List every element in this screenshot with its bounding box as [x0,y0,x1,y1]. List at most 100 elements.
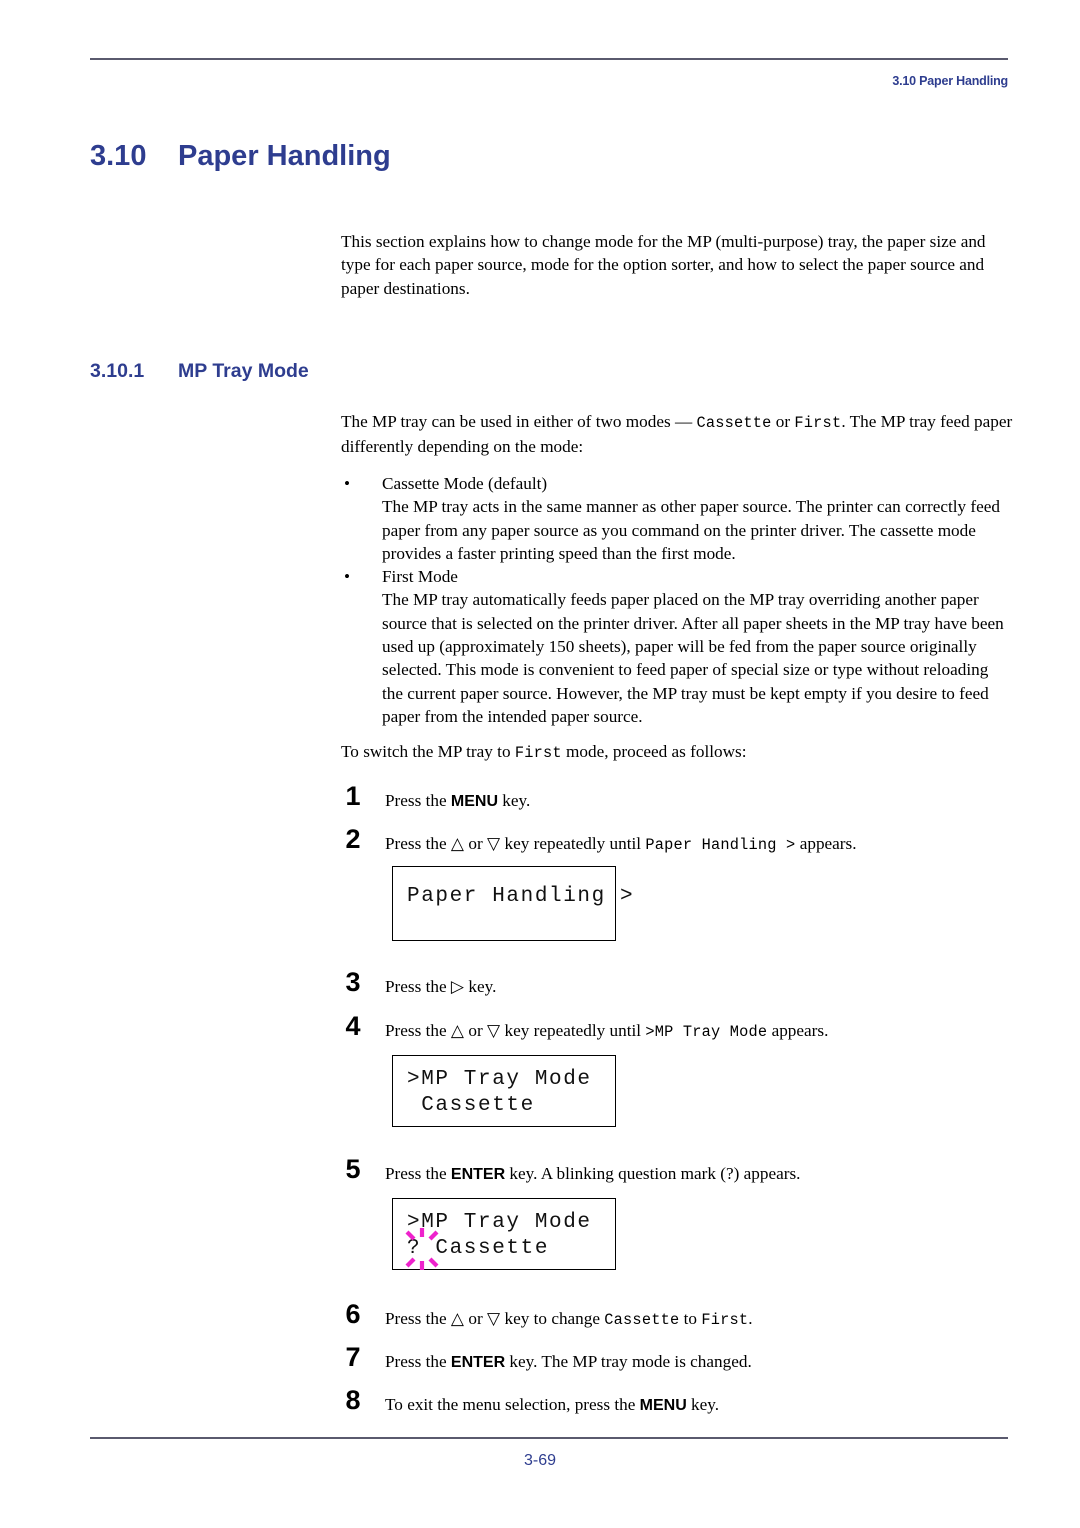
lcd-line-2: Cassette [407,1094,535,1117]
intro-paragraph: This section explains how to change mode… [341,232,986,298]
mp-tray-lead-paragraph: The MP tray can be used in either of two… [341,410,1013,459]
step-5: 5 Press the ENTER key. A blinking questi… [330,1154,1020,1193]
step-number: 2 [345,824,361,854]
step-text: Press the ENTER key. The MP tray mode is… [385,1351,752,1374]
step-text-pre: Press the [385,791,451,810]
step-8: 8 To exit the menu selection, press the … [330,1385,1020,1424]
step-text-pre: Press the [385,834,451,853]
list-item: • Cassette Mode (default) [341,472,1013,495]
step-text-pre: Press the [385,977,451,996]
lead-or: or [771,412,795,431]
bullet-label-cassette: Cassette Mode (default) [382,474,548,493]
lcd-line-2: ? Cassette [407,1237,550,1260]
step-text-pre: Press the [385,1309,451,1328]
footer-rule [90,1437,1008,1439]
step-3: 3 Press the ▷ key. [330,967,1020,1006]
step-text: Press the △ or ▽ key repeatedly until Pa… [385,833,857,856]
step-number: 6 [345,1299,361,1329]
step-text: Press the ENTER key. A blinking question… [385,1163,800,1186]
subsection-title: 3.10.1 MP Tray Mode [90,360,309,383]
step-text-post-a: key repeatedly until [500,834,646,853]
lcd-ref-mp-tray-mode: >MP Tray Mode [645,1023,768,1041]
lcd-panel-paper-handling: Paper Handling > [392,866,635,941]
step-text-pre: Press the [385,1021,451,1040]
step-1: 1 Press the MENU key. [330,781,1020,820]
step-text-pre: Press the [385,1352,451,1371]
key-right-icon: ▷ [450,977,465,996]
page-title: 3.10 Paper Handling [90,140,391,173]
step-text: Press the △ or ▽ key repeatedly until >M… [385,1020,828,1043]
key-up-icon: △ [450,1021,465,1040]
mode-ref-first: First [701,1311,749,1329]
bullet-dot-icon: • [344,567,351,587]
step-text-post-b: to [679,1309,702,1328]
lcd-panel-mp-tray-cassette: >MP Tray Mode Cassette [392,1055,616,1127]
step-text-pre: Press the [385,1164,451,1183]
step-text-post-b: appears. [767,1021,829,1040]
lead-mode-first: First [794,414,842,432]
lcd-panel-mp-tray-question: >MP Tray Mode ? Cassette [392,1198,616,1270]
lcd-line-1: Paper Handling > [407,885,635,908]
bullet-label-first: First Mode [382,567,458,587]
switch-intro-a: To switch the MP tray to [341,742,515,761]
key-down-icon: ▽ [487,834,501,853]
step-number: 4 [345,1011,361,1041]
step-number: 3 [345,967,361,997]
step-2: 2 Press the △ or ▽ key repeatedly until … [330,824,1020,863]
key-enter: ENTER [450,1354,506,1371]
section-title: Paper Handling [178,140,391,172]
step-text-post: key. [498,791,531,810]
mode-bullet-list: • Cassette Mode (default) The MP tray ac… [341,472,1013,728]
switch-intro-paragraph: To switch the MP tray to First mode, pro… [341,740,1013,765]
step-text: Press the △ or ▽ key to change Cassette … [385,1308,753,1331]
key-down-icon: ▽ [487,1021,501,1040]
bullet-body-cassette: The MP tray acts in the same manner as o… [382,497,1001,563]
step-text-mid: or [464,1309,488,1328]
lcd-line-1: >MP Tray Mode [407,1068,592,1091]
step-number: 7 [345,1342,361,1372]
list-item: • First Mode [341,565,1013,588]
step-text-mid: or [464,834,488,853]
key-menu: MENU [450,793,498,810]
step-text-post: key. [686,1395,720,1414]
step-text-post-a: key to change [500,1309,605,1328]
bullet-dot-icon: • [344,474,351,493]
lead-text-a: The MP tray can be used in either of two… [341,412,697,431]
key-menu: MENU [639,1397,687,1414]
step-text-post: key. A blinking question mark (?) appear… [505,1164,801,1183]
mode-ref-cassette: Cassette [604,1311,680,1329]
step-text-post-a: key repeatedly until [500,1021,646,1040]
key-enter: ENTER [450,1166,506,1183]
switch-intro-b: mode, proceed as follows: [561,742,747,761]
subsection-title-text: MP Tray Mode [178,360,309,382]
step-number: 1 [345,781,361,811]
step-4: 4 Press the △ or ▽ key repeatedly until … [330,1011,1020,1050]
lcd-line-1: >MP Tray Mode [407,1211,592,1234]
step-text-post: key. The MP tray mode is changed. [505,1352,752,1371]
step-7: 7 Press the ENTER key. The MP tray mode … [330,1342,1020,1381]
step-text: Press the MENU key. [385,790,530,813]
step-text-post: key. [464,977,497,996]
step-text: Press the ▷ key. [385,976,496,998]
key-up-icon: △ [450,834,465,853]
step-number: 8 [345,1385,361,1415]
switch-intro-mode: First [514,744,562,762]
lcd-ref-paper-handling: Paper Handling > [645,836,796,854]
key-down-icon: ▽ [487,1309,501,1328]
running-head: 3.10 Paper Handling [892,74,1008,88]
step-number: 5 [345,1154,361,1184]
lead-mode-cassette: Cassette [696,414,772,432]
step-text-mid: or [464,1021,488,1040]
key-up-icon: △ [450,1309,465,1328]
step-text: To exit the menu selection, press the ME… [385,1394,719,1417]
page-number: 3-69 [523,1452,557,1469]
step-text-pre: To exit the menu selection, press the [385,1395,640,1414]
step-text-post-b: appears. [795,834,857,853]
step-text-post-c: . [748,1309,753,1328]
document-page: 3.10 Paper Handling 3.10 Paper Handling T… [0,0,1080,1528]
section-number: 3.10 [90,140,147,172]
header-rule [90,58,1008,60]
step-6: 6 Press the △ or ▽ key to change Cassett… [330,1299,1020,1338]
subsection-number: 3.10.1 [90,360,145,382]
bullet-body-first: The MP tray automatically feeds paper pl… [382,590,1004,726]
